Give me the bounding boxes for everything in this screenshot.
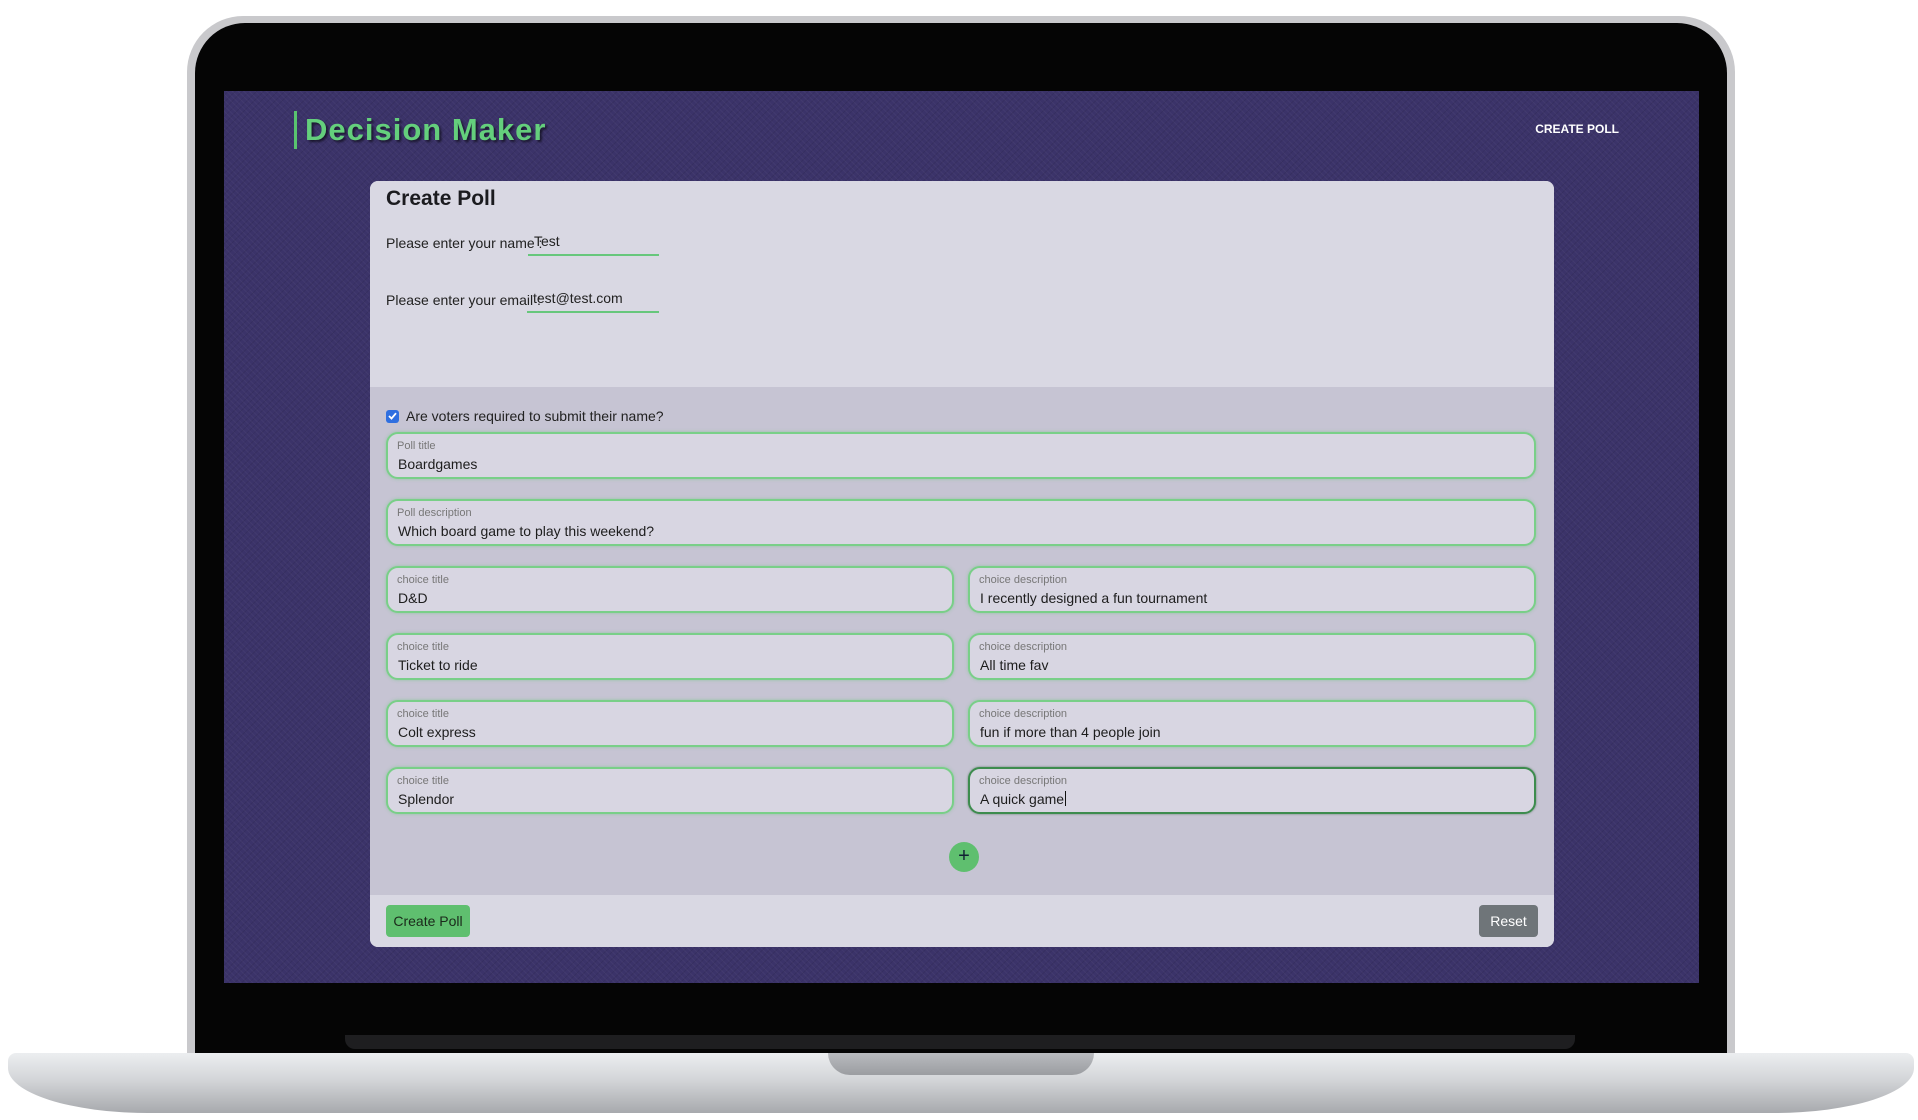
choice-title-label: choice title (397, 708, 449, 720)
choice-description-value: A quick game (980, 791, 1067, 807)
text-caret (1065, 791, 1067, 806)
poll-title-field[interactable]: Poll title Boardgames (386, 432, 1536, 479)
choice-2-description-field[interactable]: choice description All time fav (968, 633, 1536, 680)
choice-description-value: fun if more than 4 people join (980, 724, 1161, 740)
choice-description-label: choice description (979, 708, 1068, 720)
require-names-label: Are voters required to submit their name… (406, 408, 664, 424)
choice-description-label: choice description (979, 574, 1068, 586)
choice-2-title-field[interactable]: choice title Ticket to ride (386, 633, 954, 680)
choice-title-label: choice title (397, 574, 449, 586)
choice-title-label: choice title (397, 641, 449, 653)
choice-title-value: Splendor (398, 791, 455, 807)
choice-description-value: I recently designed a fun tournament (980, 590, 1208, 606)
add-choice-button[interactable]: + (949, 842, 979, 872)
laptop-hinge (345, 1035, 1575, 1049)
choice-3-description-field[interactable]: choice description fun if more than 4 pe… (968, 700, 1536, 747)
require-names-row[interactable]: Are voters required to submit their name… (386, 407, 664, 425)
poll-description-floating-label: Poll description (397, 507, 472, 519)
choice-description-text: A quick game (980, 791, 1065, 807)
choice-1-description-field[interactable]: choice description I recently designed a… (968, 566, 1536, 613)
choice-4-description-field[interactable]: choice description A quick game (968, 767, 1536, 814)
choice-description-label: choice description (979, 775, 1068, 787)
create-poll-button[interactable]: Create Poll (386, 905, 470, 937)
reset-button[interactable]: Reset (1479, 905, 1538, 937)
choice-title-label: choice title (397, 775, 449, 787)
poll-description-field[interactable]: Poll description Which board game to pla… (386, 499, 1536, 546)
choice-3-title-field[interactable]: choice title Colt express (386, 700, 954, 747)
email-label: Please enter your email : (386, 292, 541, 308)
name-label: Please enter your name : (386, 235, 543, 251)
require-names-checkbox[interactable] (386, 409, 399, 423)
choice-description-label: choice description (979, 641, 1068, 653)
laptop-opening-notch (828, 1053, 1094, 1075)
page-title: Create Poll (386, 187, 496, 210)
brand-logo[interactable]: Decision Maker (294, 111, 546, 149)
creator-info-section: Create Poll Please enter your name : Tes… (370, 181, 1554, 387)
app-screen: Decision Maker CREATE POLL Create Poll P… (224, 91, 1699, 983)
poll-details-section: Are voters required to submit their name… (370, 387, 1554, 895)
poll-description-value: Which board game to play this weekend? (398, 523, 655, 539)
nav-create-poll-link[interactable]: CREATE POLL (1535, 122, 1619, 136)
poll-title-value: Boardgames (398, 456, 478, 472)
choice-title-value: D&D (398, 590, 428, 606)
create-poll-card: Create Poll Please enter your name : Tes… (370, 181, 1554, 947)
poll-title-floating-label: Poll title (397, 440, 436, 452)
choice-title-value: Colt express (398, 724, 476, 740)
email-input[interactable]: test@test.com (527, 287, 659, 313)
choice-1-title-field[interactable]: choice title D&D (386, 566, 954, 613)
choice-title-value: Ticket to ride (398, 657, 478, 673)
form-actions: Create Poll Reset (370, 895, 1554, 947)
choice-description-value: All time fav (980, 657, 1049, 673)
choice-4-title-field[interactable]: choice title Splendor (386, 767, 954, 814)
name-input[interactable]: Test (528, 230, 659, 256)
